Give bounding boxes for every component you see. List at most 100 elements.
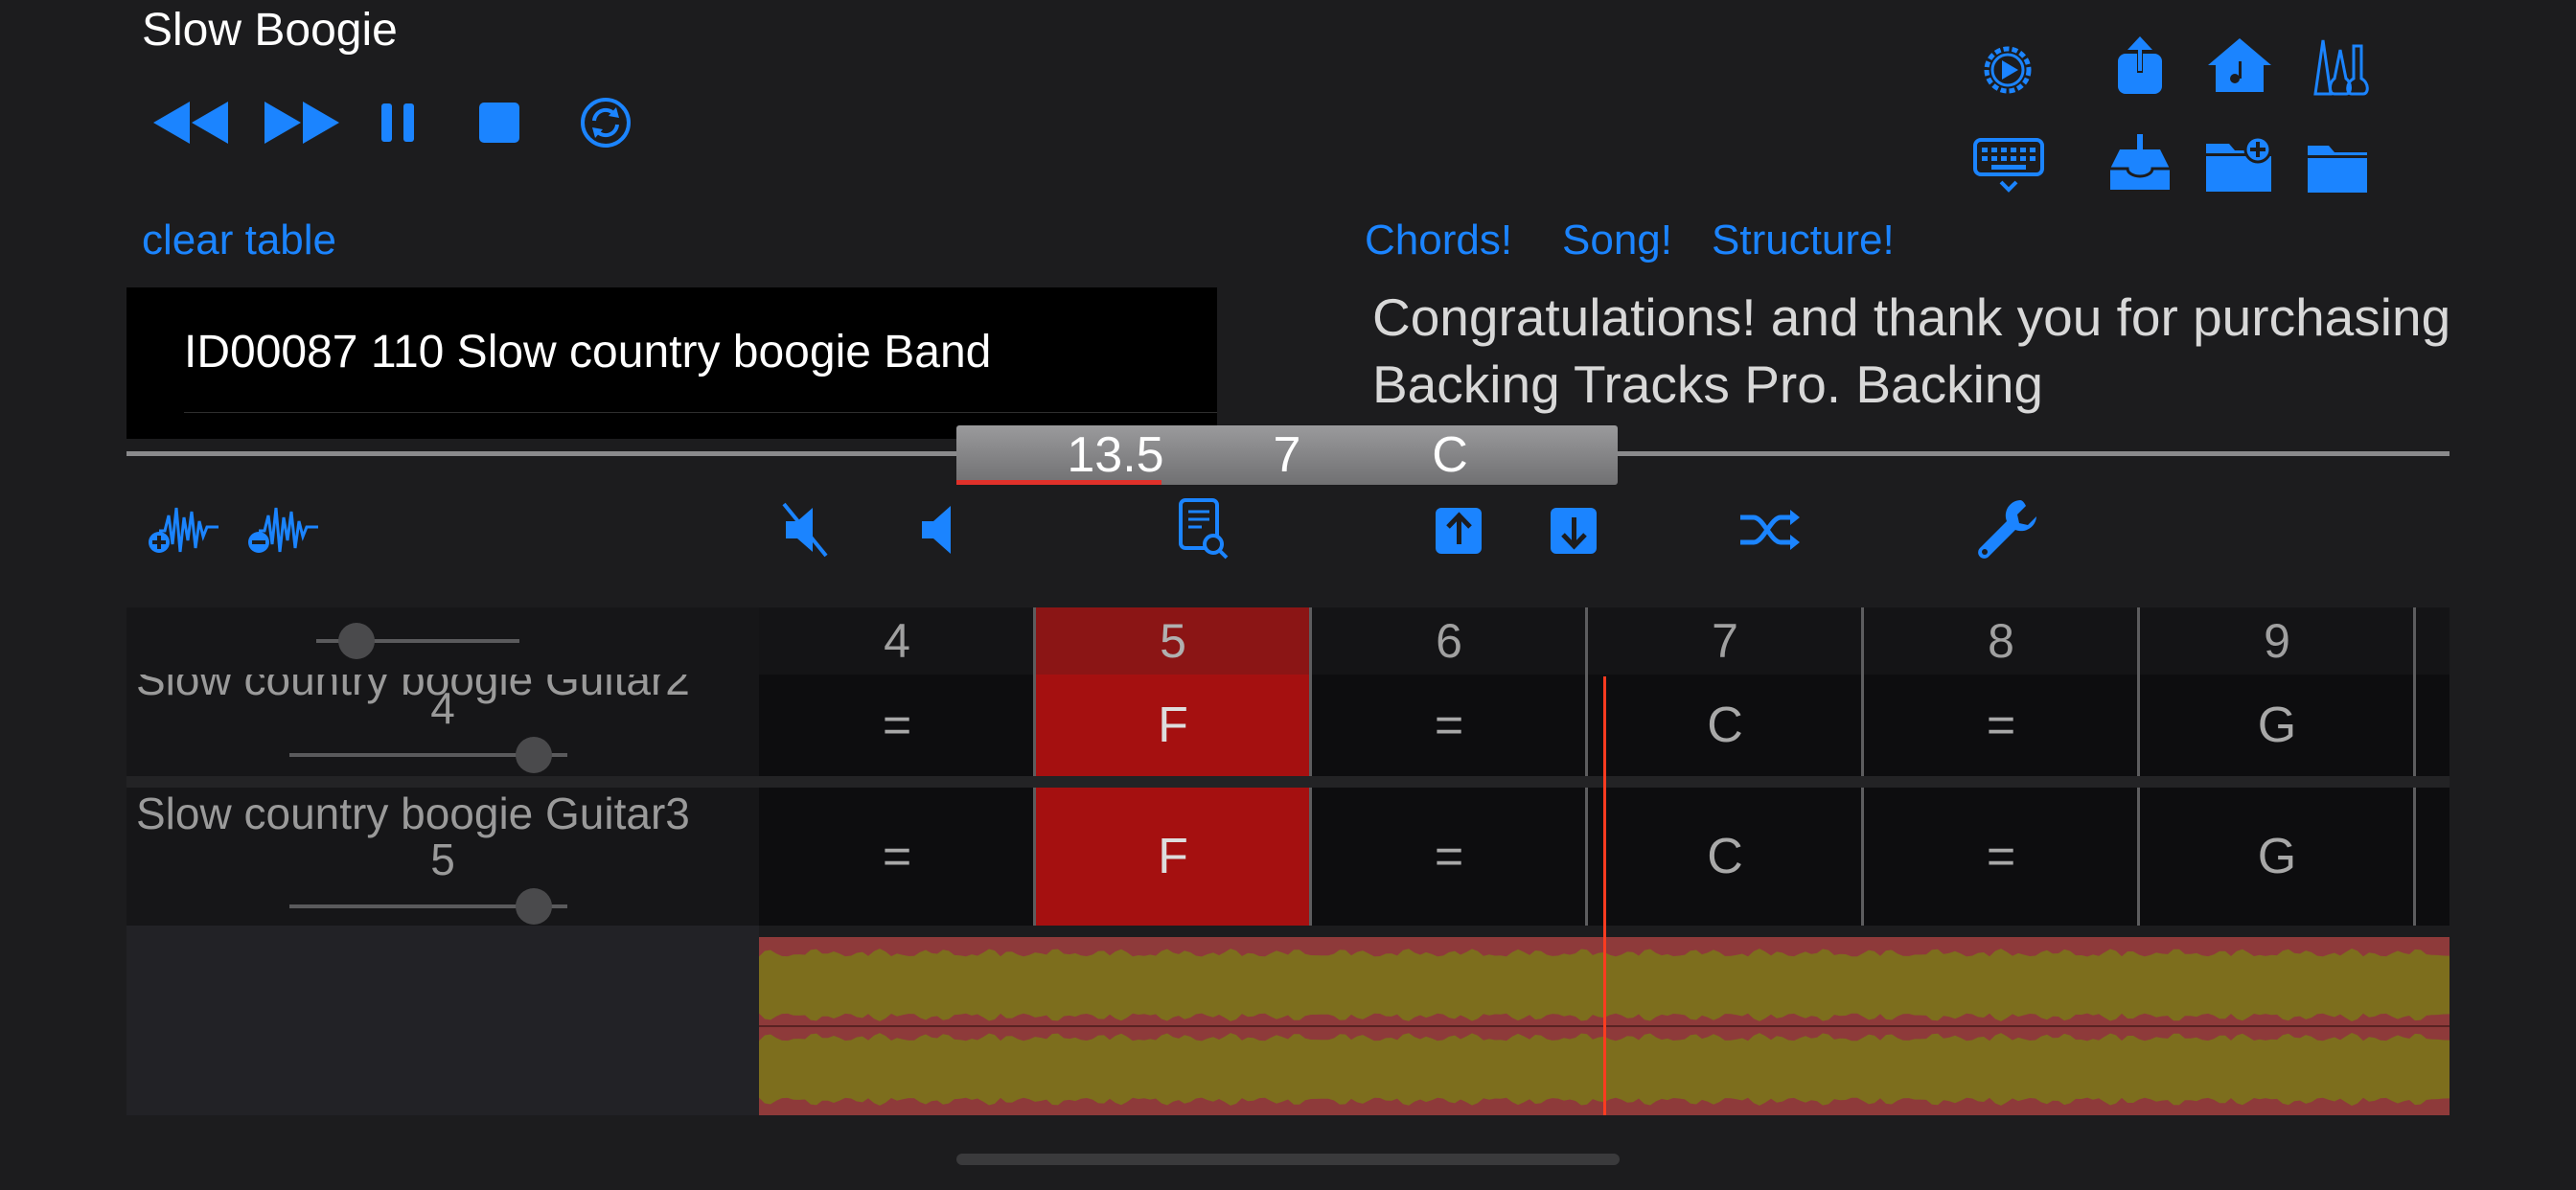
mute-button[interactable]: [776, 494, 859, 565]
chord-cell[interactable]: C: [1587, 675, 1863, 776]
settings-button[interactable]: [1972, 34, 2043, 105]
row-divider: [126, 776, 2450, 788]
instruments-icon: [2313, 39, 2369, 96]
add-waveform-icon: [149, 507, 218, 553]
move-up-icon: [1436, 508, 1482, 554]
home-button[interactable]: [2204, 33, 2275, 103]
rewind-button[interactable]: [151, 92, 232, 153]
remove-waveform-icon: [248, 507, 318, 553]
song-link[interactable]: Song!: [1562, 217, 1672, 264]
inbox-download-button[interactable]: [2104, 130, 2175, 201]
move-down-icon: [1551, 508, 1597, 554]
bar-number[interactable]: 5: [1035, 607, 1311, 675]
document-search-button[interactable]: [1171, 494, 1254, 565]
loop-icon: [581, 98, 631, 148]
chord-cell[interactable]: =: [759, 788, 1035, 926]
track-name: Slow country boogie Guitar3: [136, 789, 690, 838]
fast-forward-button[interactable]: [261, 92, 341, 153]
pause-button[interactable]: [380, 92, 460, 153]
bar-number[interactable]: 4: [759, 607, 1035, 675]
bar-divider: [2137, 675, 2140, 776]
bar-divider: [2137, 788, 2140, 926]
chord-cell[interactable]: =: [1311, 788, 1587, 926]
folder-icon: [2308, 146, 2367, 193]
chord-cell[interactable]: G: [2139, 788, 2415, 926]
rewind-icon: [153, 102, 228, 144]
bar-divider: [1033, 788, 1036, 926]
bar-divider: [1861, 675, 1864, 776]
chord-cell[interactable]: F: [1035, 675, 1311, 776]
bar-divider: [2137, 607, 2140, 675]
mute-icon: [782, 502, 828, 558]
position-time: 13.5: [1067, 427, 1164, 483]
settings-icon: [1984, 46, 2032, 94]
add-waveform-button[interactable]: [146, 494, 228, 565]
speaker-button[interactable]: [912, 494, 995, 565]
home-indicator[interactable]: [956, 1154, 1620, 1165]
clear-table-link[interactable]: clear table: [142, 217, 336, 264]
stop-icon: [479, 103, 519, 143]
home-icon: [2208, 38, 2271, 92]
document-search-icon: [1179, 498, 1229, 560]
track-header-1[interactable]: Slow country boogie Guitar2 4: [126, 675, 759, 776]
bar-number[interactable]: 7: [1587, 607, 1863, 675]
remove-waveform-button[interactable]: [245, 494, 328, 565]
playhead[interactable]: [1603, 676, 1606, 1115]
zoom-area: [126, 607, 759, 675]
chord-cell[interactable]: =: [1311, 675, 1587, 776]
inbox-download-icon: [2110, 134, 2170, 190]
stop-button[interactable]: [477, 92, 558, 153]
bar-divider: [1309, 607, 1312, 675]
chord-cell[interactable]: G: [2139, 675, 2415, 776]
song-table: ID00087 110 Slow country boogie Band: [126, 287, 1217, 439]
bar-divider: [1861, 607, 1864, 675]
chord-cell[interactable]: =: [1863, 788, 2139, 926]
structure-link[interactable]: Structure!: [1712, 217, 1895, 264]
bar-divider: [1309, 788, 1312, 926]
bar-divider: [1309, 675, 1312, 776]
instruments-button[interactable]: [2306, 33, 2377, 103]
speaker-icon: [922, 506, 951, 554]
position-bar: 7: [1273, 427, 1301, 483]
volume-slider-knob[interactable]: [516, 737, 553, 773]
share-icon: [2118, 36, 2162, 94]
keyboard-icon: [1973, 138, 2044, 193]
pause-icon: [381, 103, 414, 142]
table-separator: [184, 412, 1217, 413]
table-row[interactable]: ID00087 110 Slow country boogie Band: [184, 326, 991, 378]
share-button[interactable]: [2104, 33, 2175, 103]
move-down-button[interactable]: [1547, 494, 1629, 565]
chord-cell[interactable]: =: [1863, 675, 2139, 776]
bar-number[interactable]: 8: [1863, 607, 2139, 675]
bar-number[interactable]: 6: [1311, 607, 1587, 675]
bar-divider: [1585, 788, 1588, 926]
track-header-2[interactable]: Slow country boogie Guitar3 5: [126, 788, 759, 926]
bar-divider: [2413, 607, 2416, 675]
shuffle-button[interactable]: [1736, 494, 1819, 565]
chord-cell[interactable]: F: [1035, 788, 1311, 926]
move-up-button[interactable]: [1432, 494, 1514, 565]
bar-divider: [2413, 675, 2416, 776]
bar-divider: [1585, 675, 1588, 776]
keyboard-button[interactable]: [1972, 134, 2044, 205]
new-folder-button[interactable]: [2204, 134, 2275, 205]
zoom-slider-knob[interactable]: [338, 623, 376, 659]
folder-button[interactable]: [2306, 138, 2377, 209]
wrench-button[interactable]: [1972, 494, 2055, 565]
loop-button[interactable]: [579, 92, 659, 153]
chord-cell[interactable]: C: [1587, 788, 1863, 926]
bar-divider: [1033, 607, 1036, 675]
bar-number[interactable]: 9: [2139, 607, 2415, 675]
bar-divider: [2413, 788, 2416, 926]
chord-cell[interactable]: =: [759, 675, 1035, 776]
waveform-track-header: [126, 926, 759, 1115]
position-chord: C: [1432, 427, 1468, 483]
info-text: Congratulations! and thank you for purch…: [1372, 287, 2451, 414]
bar-divider: [1033, 675, 1036, 776]
bar-divider: [1861, 788, 1864, 926]
bar-header: 456789: [759, 607, 2450, 675]
track-number: 5: [430, 835, 455, 884]
new-folder-icon: [2206, 135, 2272, 192]
chords-link[interactable]: Chords!: [1365, 217, 1512, 264]
volume-slider-knob[interactable]: [516, 888, 553, 925]
